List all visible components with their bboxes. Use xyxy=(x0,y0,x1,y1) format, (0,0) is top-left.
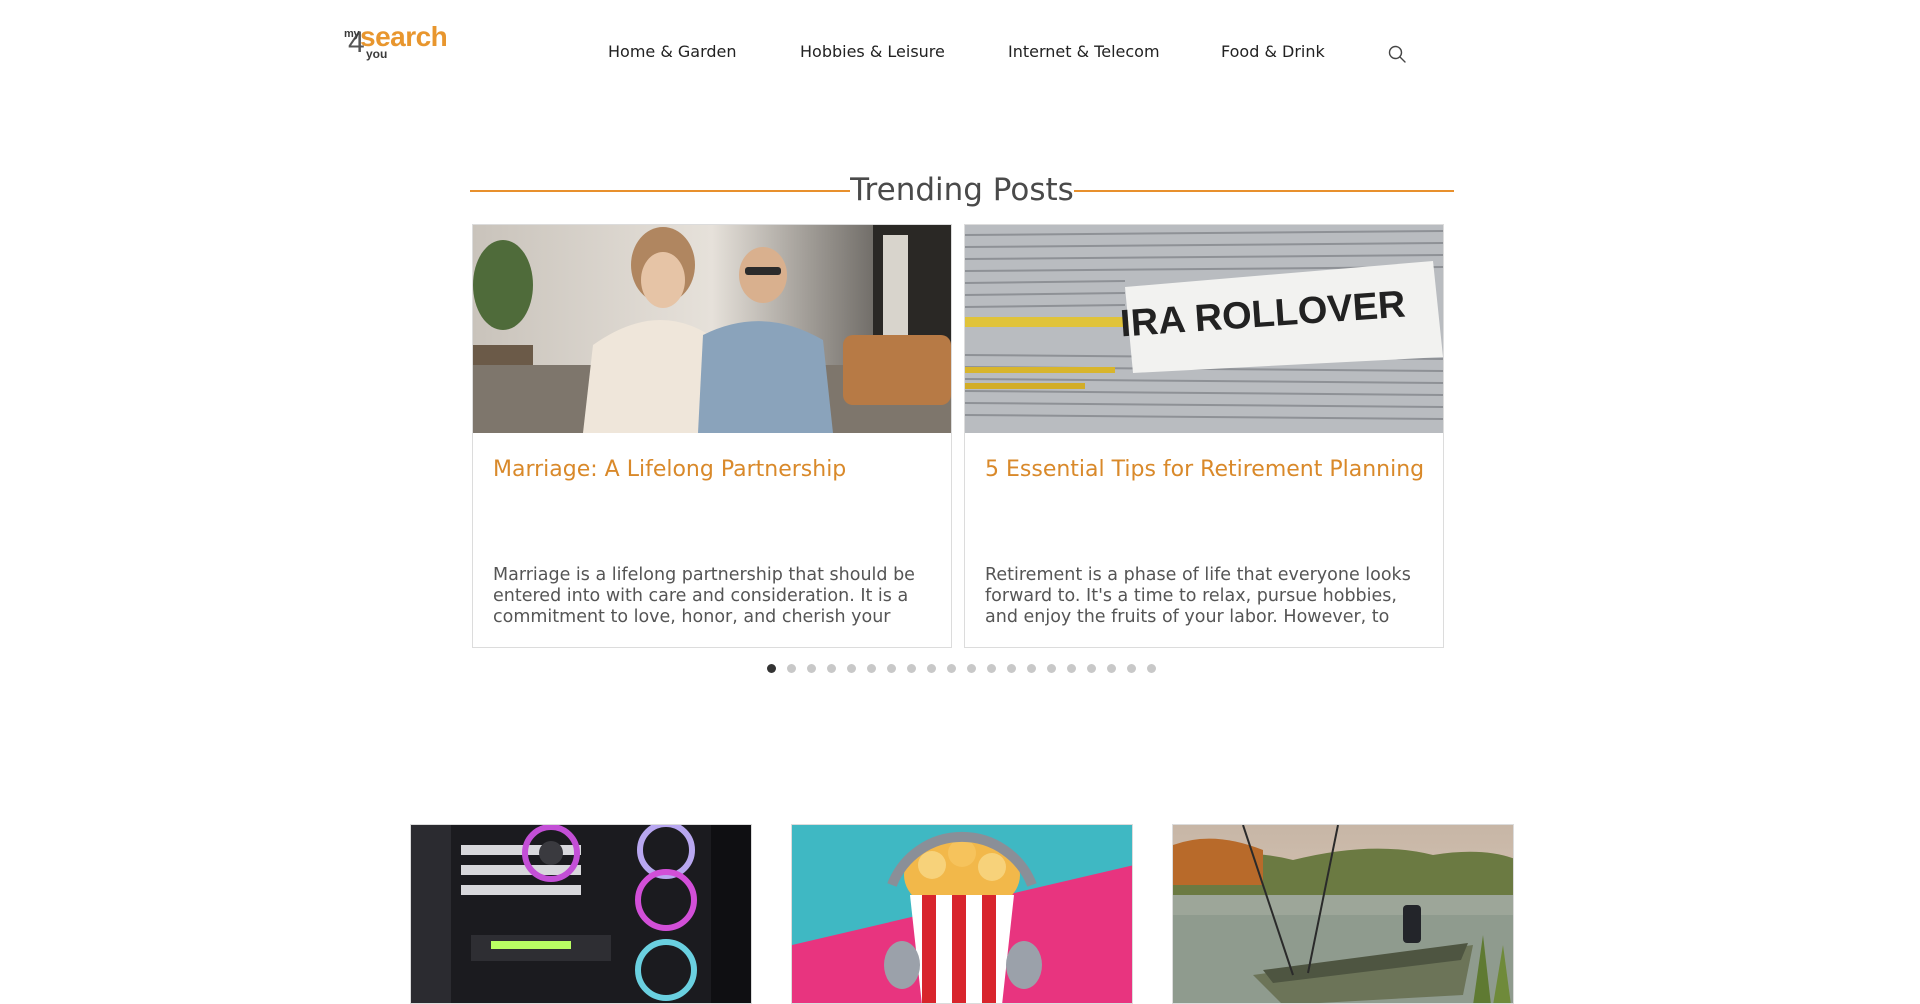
post-thumbnail-pc[interactable] xyxy=(410,824,752,1004)
carousel-dot[interactable] xyxy=(787,664,796,673)
post-excerpt: Retirement is a phase of life that every… xyxy=(985,565,1411,631)
nav-hobbies-leisure[interactable]: Hobbies & Leisure xyxy=(800,42,945,61)
nav-internet-telecom[interactable]: Internet & Telecom xyxy=(1008,42,1160,61)
trending-title: Trending Posts xyxy=(850,172,1074,208)
carousel-dot[interactable] xyxy=(907,664,916,673)
carousel-dot[interactable] xyxy=(1007,664,1016,673)
search-icon[interactable] xyxy=(1387,44,1407,64)
carousel-dot[interactable] xyxy=(947,664,956,673)
trending-heading: Trending Posts xyxy=(470,168,1454,212)
carousel-dot[interactable] xyxy=(1087,664,1096,673)
carousel-dot[interactable] xyxy=(847,664,856,673)
site-header: 4 my search you Home & Garden Hobbies & … xyxy=(0,0,1920,100)
fishing-boat-image xyxy=(1173,825,1513,1003)
carousel-dot[interactable] xyxy=(827,664,836,673)
carousel-dot[interactable] xyxy=(1047,664,1056,673)
carousel-dot[interactable] xyxy=(867,664,876,673)
nav-food-drink[interactable]: Food & Drink xyxy=(1221,42,1325,61)
heading-divider-right xyxy=(1074,190,1454,192)
post-title[interactable]: 5 Essential Tips for Retirement Planning xyxy=(985,455,1425,485)
carousel-dot[interactable] xyxy=(1027,664,1036,673)
carousel-dot[interactable] xyxy=(807,664,816,673)
post-title[interactable]: Marriage: A Lifelong Partnership xyxy=(493,455,933,485)
carousel-dot[interactable] xyxy=(887,664,896,673)
logo-my: my xyxy=(344,28,360,40)
carousel-dot[interactable] xyxy=(987,664,996,673)
carousel-dot[interactable] xyxy=(767,664,776,673)
post-thumbnail-fishing[interactable] xyxy=(1172,824,1514,1004)
carousel-dot[interactable] xyxy=(967,664,976,673)
carousel-dot[interactable] xyxy=(1147,664,1156,673)
couple-photo xyxy=(473,225,951,433)
gaming-pc-image xyxy=(411,825,751,1003)
carousel-dot[interactable] xyxy=(1127,664,1136,673)
carousel-pagination xyxy=(767,664,1167,674)
popcorn-headphones-image xyxy=(792,825,1132,1003)
carousel-dot[interactable] xyxy=(1107,664,1116,673)
main-nav: Home & Garden Hobbies & Leisure Internet… xyxy=(0,42,1920,66)
heading-divider-left xyxy=(470,190,850,192)
post-excerpt: Marriage is a lifelong partnership that … xyxy=(493,565,915,631)
post-card[interactable]: Marriage: A Lifelong Partnership Marriag… xyxy=(472,224,952,648)
carousel-dot[interactable] xyxy=(927,664,936,673)
post-thumbnail-popcorn[interactable] xyxy=(791,824,1133,1004)
carousel-dot[interactable] xyxy=(1067,664,1076,673)
post-card[interactable]: IRA ROLLOVER 5 Essential Tips for Retire… xyxy=(964,224,1444,648)
nav-home-garden[interactable]: Home & Garden xyxy=(608,42,737,61)
